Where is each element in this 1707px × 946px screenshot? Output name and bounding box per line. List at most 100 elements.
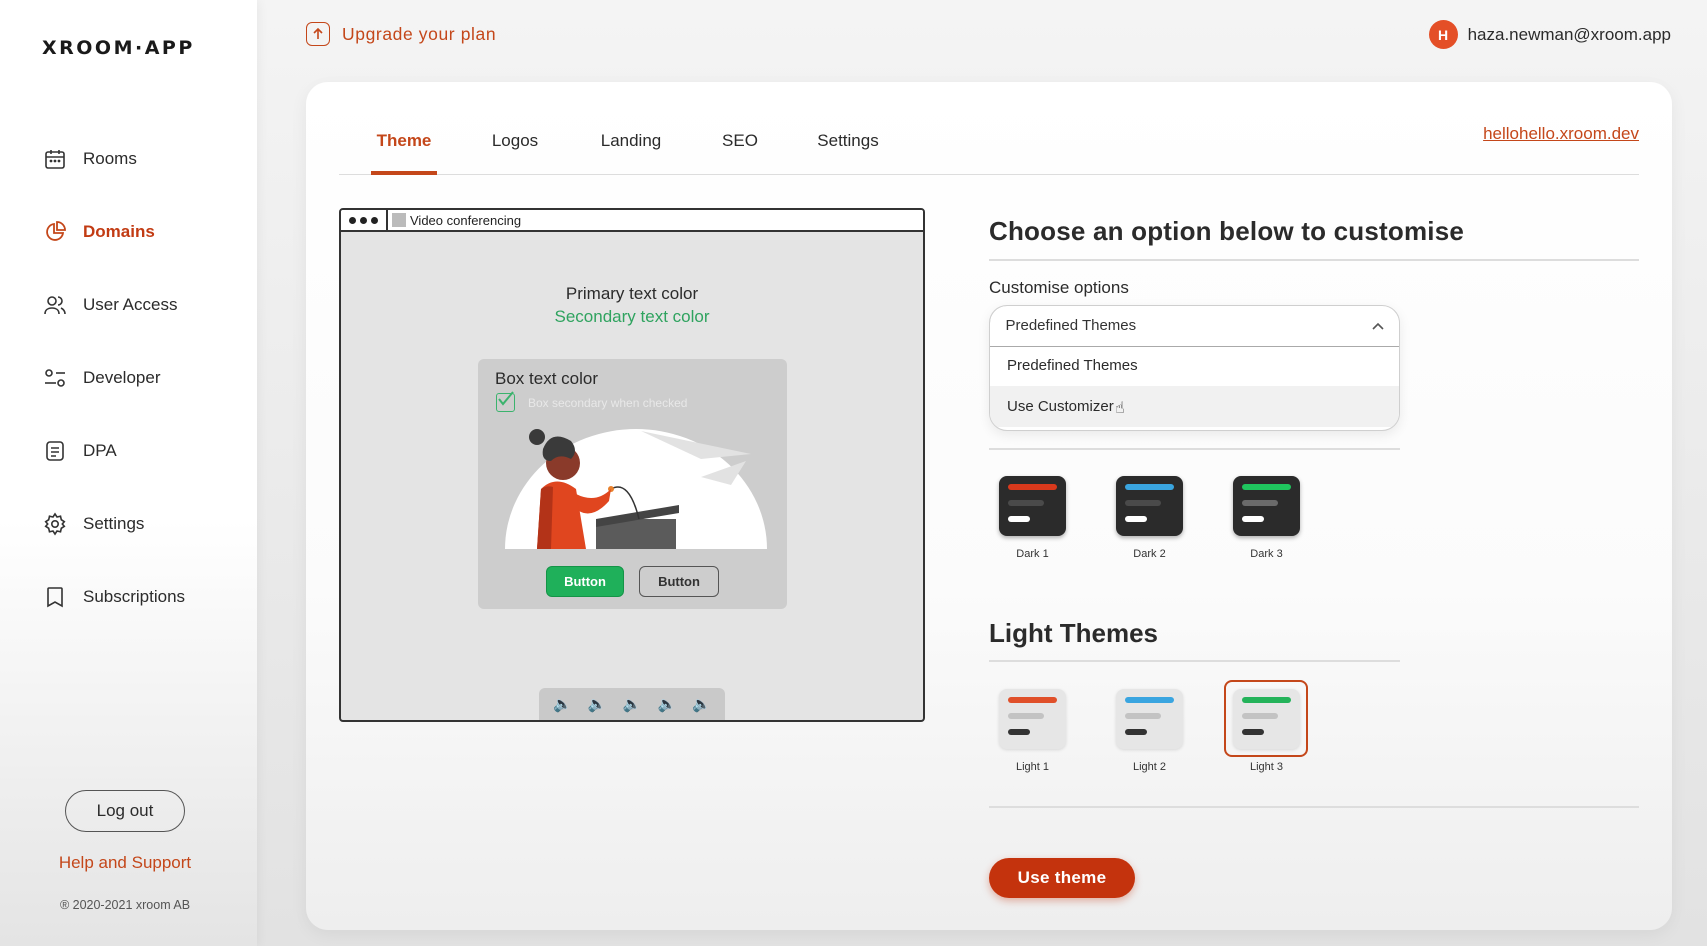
swatch-accent-bar	[1242, 484, 1291, 490]
theme-light-2[interactable]: Light 2	[1116, 689, 1183, 773]
upgrade-label: Upgrade your plan	[342, 23, 497, 44]
divider	[989, 259, 1639, 261]
theme-dark-2[interactable]: Dark 2	[1116, 476, 1183, 560]
light-themes-heading: Light Themes	[989, 618, 1159, 648]
primary-text-sample: Primary text color	[565, 284, 699, 303]
bookmark-icon	[47, 587, 63, 608]
dropdown-option-predefined[interactable]: Predefined Themes	[990, 345, 1399, 386]
preview-window-title: Video conferencing	[410, 212, 522, 228]
domain-link[interactable]: hellohello.xroom.dev	[1483, 124, 1639, 144]
sidebar-item-label: DPA	[83, 441, 117, 460]
sidebar-item-label: Domains	[83, 222, 155, 241]
customise-options-dropdown[interactable]: Predefined Themes Predefined Themes Use …	[989, 305, 1400, 431]
user-menu[interactable]: H haza.newman@xroom.app	[1428, 20, 1671, 49]
sidebar-item-rooms[interactable]: Rooms	[43, 145, 137, 173]
upgrade-plan-link[interactable]: Upgrade your plan	[306, 22, 496, 46]
theme-card: Theme Logos Landing SEO Settings hellohe…	[306, 82, 1672, 930]
swatch-accent-bar	[1125, 484, 1174, 490]
tab-bar: Theme Logos Landing SEO Settings	[339, 122, 1639, 175]
theme-swatch	[1233, 689, 1300, 749]
box-text-sample: Box text color	[495, 369, 598, 388]
theme-swatch	[1116, 689, 1183, 749]
chevron-up-icon	[1371, 322, 1384, 330]
app-logo[interactable]: XROOM·APP	[42, 37, 195, 59]
sample-secondary-button[interactable]: Button	[639, 566, 719, 597]
swatch-accent-bar	[1008, 484, 1057, 490]
theme-swatch	[1233, 476, 1300, 536]
customise-heading: Choose an option below to customise	[989, 216, 1465, 246]
swatch-accent-bar	[1008, 697, 1057, 703]
swatch-accent-bar	[1125, 697, 1174, 703]
dropdown-selected[interactable]: Predefined Themes	[990, 306, 1399, 347]
sidebar: XROOM·APP Rooms Domains User Access Deve…	[0, 0, 257, 946]
theme-preview-window: Video conferencing Primary text color Se…	[339, 208, 925, 722]
use-theme-button[interactable]: Use theme	[989, 858, 1135, 898]
copyright-text: ® 2020-2021 xroom AB	[59, 898, 191, 912]
sample-primary-button[interactable]: Button	[546, 566, 624, 597]
user-email: haza.newman@xroom.app	[1467, 24, 1671, 44]
sidebar-item-subscriptions[interactable]: Subscriptions	[43, 583, 185, 611]
customise-options-label: Customise options	[989, 278, 1129, 297]
checkbox-checked-icon	[496, 391, 515, 412]
sidebar-item-label: User Access	[83, 295, 178, 314]
sidebar-item-label: Settings	[83, 514, 145, 533]
theme-label: Light 2	[1132, 761, 1167, 773]
preview-titlebar: Video conferencing	[341, 210, 923, 232]
divider	[989, 448, 1400, 450]
theme-dark-3[interactable]: Dark 3	[1233, 476, 1300, 560]
gear-icon	[44, 512, 66, 536]
pie-chart-icon	[46, 221, 66, 241]
tab-theme[interactable]: Theme	[371, 122, 437, 175]
sliders-icon	[45, 369, 65, 387]
users-icon	[44, 296, 66, 315]
logout-button[interactable]: Log out	[65, 790, 185, 832]
tab-logos[interactable]: Logos	[489, 122, 541, 175]
sidebar-item-settings[interactable]: Settings	[43, 510, 144, 538]
theme-label: Dark 1	[1016, 548, 1049, 560]
help-support-link[interactable]: Help and Support	[0, 853, 250, 873]
box-secondary-sample: Box secondary when checked	[528, 396, 688, 410]
swatch-accent-bar	[1242, 697, 1291, 703]
sidebar-item-domains[interactable]: Domains	[43, 218, 155, 246]
divider	[989, 660, 1400, 662]
speaker-icon[interactable]: 🔈	[657, 695, 676, 713]
favicon-icon	[392, 213, 406, 227]
theme-label: Dark 2	[1133, 548, 1166, 560]
window-dots-icon	[341, 210, 388, 230]
sidebar-item-label: Subscriptions	[83, 587, 186, 606]
theme-light-3[interactable]: Light 3	[1233, 689, 1300, 773]
theme-label: Dark 3	[1250, 548, 1283, 560]
theme-dark-1[interactable]: Dark 1	[999, 476, 1066, 560]
theme-swatch	[999, 689, 1066, 749]
preview-box: Box text color Box secondary when checke…	[478, 359, 787, 609]
speaker-icon[interactable]: 🔈	[623, 695, 642, 713]
tab-landing[interactable]: Landing	[595, 122, 667, 175]
hand-cursor-icon: ☝	[1115, 400, 1125, 417]
dropdown-selected-value: Predefined Themes	[1005, 317, 1137, 334]
speaker-icon[interactable]: 🔈	[553, 695, 572, 713]
speaker-illustration	[505, 429, 767, 549]
upgrade-arrow-icon	[306, 22, 330, 46]
document-icon	[46, 441, 64, 461]
dropdown-option-label: Use Customizer	[1007, 398, 1114, 415]
avatar: H	[1428, 20, 1458, 49]
sidebar-item-label: Developer	[83, 368, 161, 387]
theme-label: Light 1	[1015, 761, 1050, 773]
calendar-icon	[45, 150, 65, 169]
tab-seo[interactable]: SEO	[721, 122, 759, 175]
dropdown-option-customizer[interactable]: Use Customizer ☝	[990, 386, 1399, 427]
theme-swatch	[1116, 476, 1183, 536]
speaker-icon[interactable]: 🔈	[588, 695, 607, 713]
speaker-icon[interactable]: 🔈	[692, 695, 711, 713]
media-controls: 🔈 🔈 🔈 🔈 🔈	[539, 688, 725, 720]
divider	[989, 806, 1639, 808]
theme-light-1[interactable]: Light 1	[999, 689, 1066, 773]
sidebar-item-developer[interactable]: Developer	[43, 364, 161, 392]
sidebar-item-label: Rooms	[83, 149, 137, 168]
secondary-text-sample: Secondary text color	[554, 307, 710, 326]
tab-settings[interactable]: Settings	[813, 122, 883, 175]
sidebar-item-dpa[interactable]: DPA	[43, 437, 117, 465]
sidebar-item-user-access[interactable]: User Access	[43, 291, 177, 319]
theme-label: Light 3	[1249, 761, 1284, 773]
theme-swatch	[999, 476, 1066, 536]
